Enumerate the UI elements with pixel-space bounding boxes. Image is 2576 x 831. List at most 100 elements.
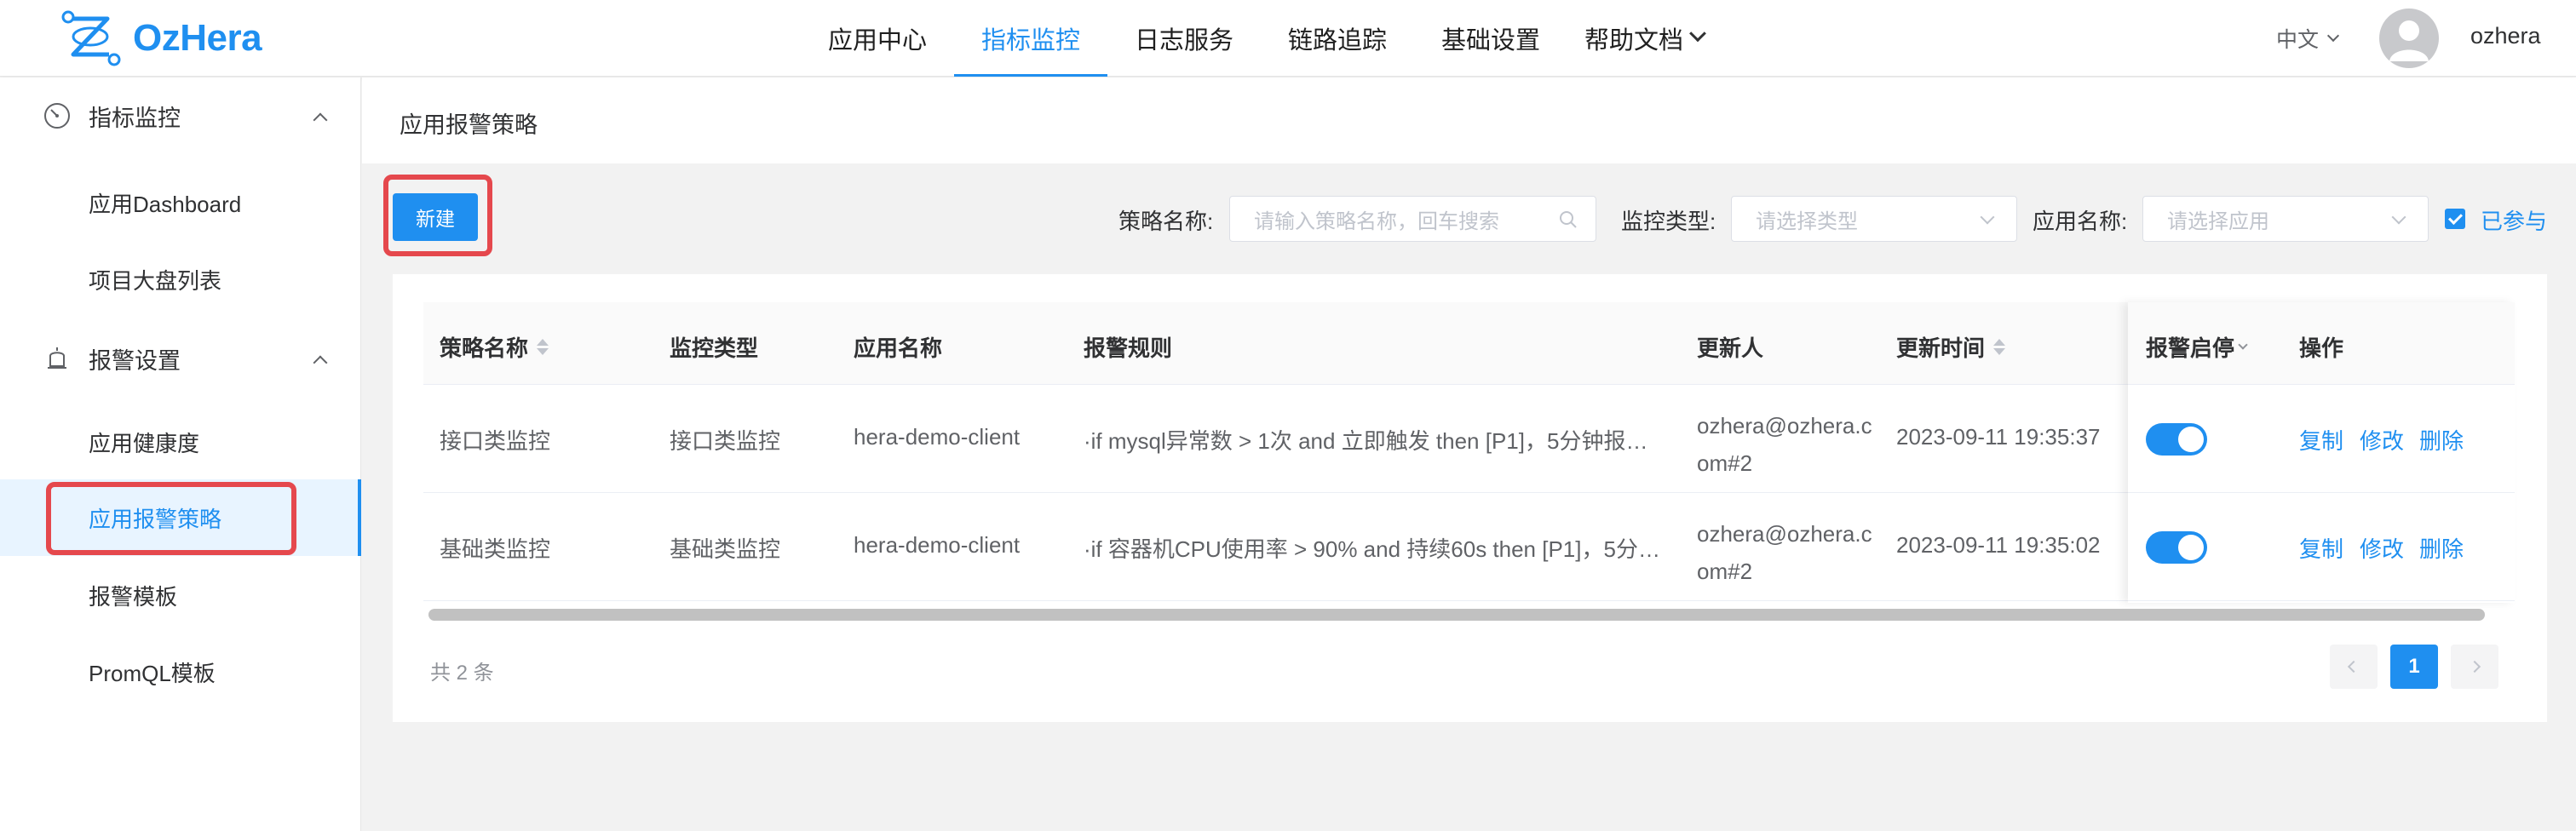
alarm-bell-icon xyxy=(48,347,66,369)
sort-icon[interactable] xyxy=(1993,339,2006,355)
column-header-update-time[interactable]: 更新时间 xyxy=(1896,331,2006,363)
column-label: 更新人 xyxy=(1697,335,1764,361)
table-header: 策略名称 监控类型 应用名称 报警规则 更新人 更新时间 报警启停 操作 xyxy=(423,302,2515,385)
updater-line: om#2 xyxy=(1697,450,1753,476)
nav-label: 基础设置 xyxy=(1440,27,1540,54)
chevron-down-icon xyxy=(1980,209,1995,225)
updater-line: ozhera@ozhera.c xyxy=(1697,521,1872,547)
edit-link[interactable]: 修改 xyxy=(2360,424,2404,456)
column-header-alarm-toggle[interactable]: 报警启停 xyxy=(2146,331,2248,363)
cell-updater: ozhera@ozhera.c om#2 xyxy=(1697,515,1872,590)
ozhera-logo-icon xyxy=(61,10,121,66)
alarm-enable-switch[interactable] xyxy=(2146,423,2207,456)
chevron-up-icon xyxy=(313,112,328,128)
cell-updater: ozhera@ozhera.c om#2 xyxy=(1697,407,1872,482)
cell-alarm-rule: ·if 容器机CPU使用率 > 90% and 持续60s then [P1]，… xyxy=(1084,536,1663,562)
logo-text: OzHera xyxy=(133,17,262,59)
top-header: OzHera 应用中心 指标监控 日志服务 链路追踪 基础设置 帮助文档 中文 … xyxy=(0,0,2576,77)
monitor-type-label: 监控类型: xyxy=(1621,209,1716,234)
select-placeholder: 请选择类型 xyxy=(1756,209,1858,233)
nav-trace[interactable]: 链路追踪 xyxy=(1261,0,1414,77)
column-label: 报警规则 xyxy=(1084,335,1173,361)
policy-name-label: 策略名称: xyxy=(1118,209,1214,234)
column-header-actions: 操作 xyxy=(2299,331,2343,363)
alarm-enable-switch[interactable] xyxy=(2146,531,2207,564)
language-switcher[interactable]: 中文 xyxy=(2276,23,2340,54)
copy-link[interactable]: 复制 xyxy=(2299,424,2343,456)
chevron-down-icon xyxy=(1689,25,1706,43)
page-header: 应用报警策略 xyxy=(362,77,2576,163)
delete-link[interactable]: 删除 xyxy=(2419,532,2464,564)
horizontal-scrollbar[interactable] xyxy=(428,609,2485,621)
sidebar-item-label: 应用健康度 xyxy=(89,430,200,456)
user-avatar-icon xyxy=(2389,20,2429,61)
nav-basic-settings[interactable]: 基础设置 xyxy=(1414,0,1567,77)
sidebar-item-app-health[interactable]: 应用健康度 xyxy=(0,404,361,480)
ozhera-logo[interactable]: OzHera xyxy=(60,10,262,66)
sidebar-group-metrics[interactable]: 指标监控 xyxy=(0,77,361,154)
cell-monitor-type: 接口类监控 xyxy=(670,428,781,454)
dashboard-gauge-icon xyxy=(44,103,70,129)
username[interactable]: ozhera xyxy=(2470,23,2541,49)
column-label: 报警启停 xyxy=(2146,335,2235,361)
column-label: 监控类型 xyxy=(670,335,759,361)
nav-app-center[interactable]: 应用中心 xyxy=(801,0,954,77)
policy-name-search-input[interactable]: 请输入策略名称，回车搜索 xyxy=(1229,196,1596,242)
sidebar-item-app-dashboard[interactable]: 应用Dashboard xyxy=(0,164,361,241)
sidebar-item-promql-template[interactable]: PromQL模板 xyxy=(0,633,361,710)
select-placeholder: 请选择应用 xyxy=(2167,209,2269,233)
monitor-type-select[interactable]: 请选择类型 xyxy=(1731,196,2017,242)
copy-link[interactable]: 复制 xyxy=(2299,532,2343,564)
nav-label: 应用中心 xyxy=(827,27,927,54)
column-header-monitor-type: 监控类型 xyxy=(670,331,758,363)
nav-help-docs[interactable]: 帮助文档 xyxy=(1567,0,1721,77)
sidebar-item-label: 应用报警策略 xyxy=(89,506,222,532)
sidebar-item-label: 项目大盘列表 xyxy=(89,267,222,294)
participated-label[interactable]: 已参与 xyxy=(2481,204,2547,236)
chevron-left-icon xyxy=(2347,660,2360,673)
column-label: 策略名称 xyxy=(440,335,529,361)
language-label: 中文 xyxy=(2276,28,2320,52)
column-label: 应用名称 xyxy=(854,335,943,361)
column-header-policy-name[interactable]: 策略名称 xyxy=(440,331,549,363)
page-number-button[interactable]: 1 xyxy=(2390,645,2438,689)
input-placeholder: 请输入策略名称，回车搜索 xyxy=(1254,209,1499,233)
column-label: 操作 xyxy=(2299,335,2344,361)
column-header-app-name: 应用名称 xyxy=(854,331,942,363)
table-row: 接口类监控 接口类监控 hera-demo-client ·if mysql异常… xyxy=(423,385,2515,493)
app-name-label: 应用名称: xyxy=(2033,209,2128,234)
table-row: 基础类监控 基础类监控 hera-demo-client ·if 容器机CPU使… xyxy=(423,493,2515,601)
nav-label: 链路追踪 xyxy=(1287,27,1387,54)
nav-metrics-monitor[interactable]: 指标监控 xyxy=(954,0,1107,77)
cell-update-time: 2023-09-11 19:35:02 xyxy=(1896,532,2101,558)
sidebar: 指标监控 应用Dashboard 项目大盘列表 报警设置 应用健康度 应用报警策… xyxy=(0,77,361,831)
next-page-button[interactable] xyxy=(2451,645,2498,689)
sort-icon[interactable] xyxy=(537,339,549,355)
nav-label: 帮助文档 xyxy=(1584,27,1683,54)
sidebar-item-app-alarm-policy[interactable]: 应用报警策略 xyxy=(0,479,361,556)
chevron-down-icon xyxy=(2326,29,2340,43)
delete-link[interactable]: 删除 xyxy=(2419,424,2464,456)
prev-page-button[interactable] xyxy=(2330,645,2378,689)
sidebar-item-alarm-template[interactable]: 报警模板 xyxy=(0,557,361,633)
avatar[interactable] xyxy=(2379,9,2439,68)
cell-monitor-type: 基础类监控 xyxy=(670,536,781,562)
participated-checkbox[interactable] xyxy=(2445,209,2465,229)
updater-line: ozhera@ozhera.c xyxy=(1697,413,1872,438)
sidebar-item-label: PromQL模板 xyxy=(89,660,216,686)
sidebar-group-label: 指标监控 xyxy=(89,105,181,131)
app-name-select[interactable]: 请选择应用 xyxy=(2142,196,2429,242)
chevron-down-icon xyxy=(2391,209,2406,225)
sidebar-group-alarm[interactable]: 报警设置 xyxy=(0,320,361,397)
edit-link[interactable]: 修改 xyxy=(2360,532,2404,564)
cell-alarm-rule: ·if mysql异常数 > 1次 and 立即触发 then [P1]，5分钟… xyxy=(1084,428,1663,454)
sidebar-item-project-list[interactable]: 项目大盘列表 xyxy=(0,241,361,318)
nav-log-service[interactable]: 日志服务 xyxy=(1107,0,1261,77)
chevron-right-icon xyxy=(2468,660,2481,673)
nav-label: 指标监控 xyxy=(980,27,1080,54)
cell-app-name: hera-demo-client xyxy=(854,532,1021,558)
new-policy-button[interactable]: 新建 xyxy=(393,193,478,241)
nav-label: 日志服务 xyxy=(1134,27,1233,54)
cell-update-time: 2023-09-11 19:35:37 xyxy=(1896,424,2101,450)
column-label: 更新时间 xyxy=(1896,335,1986,361)
